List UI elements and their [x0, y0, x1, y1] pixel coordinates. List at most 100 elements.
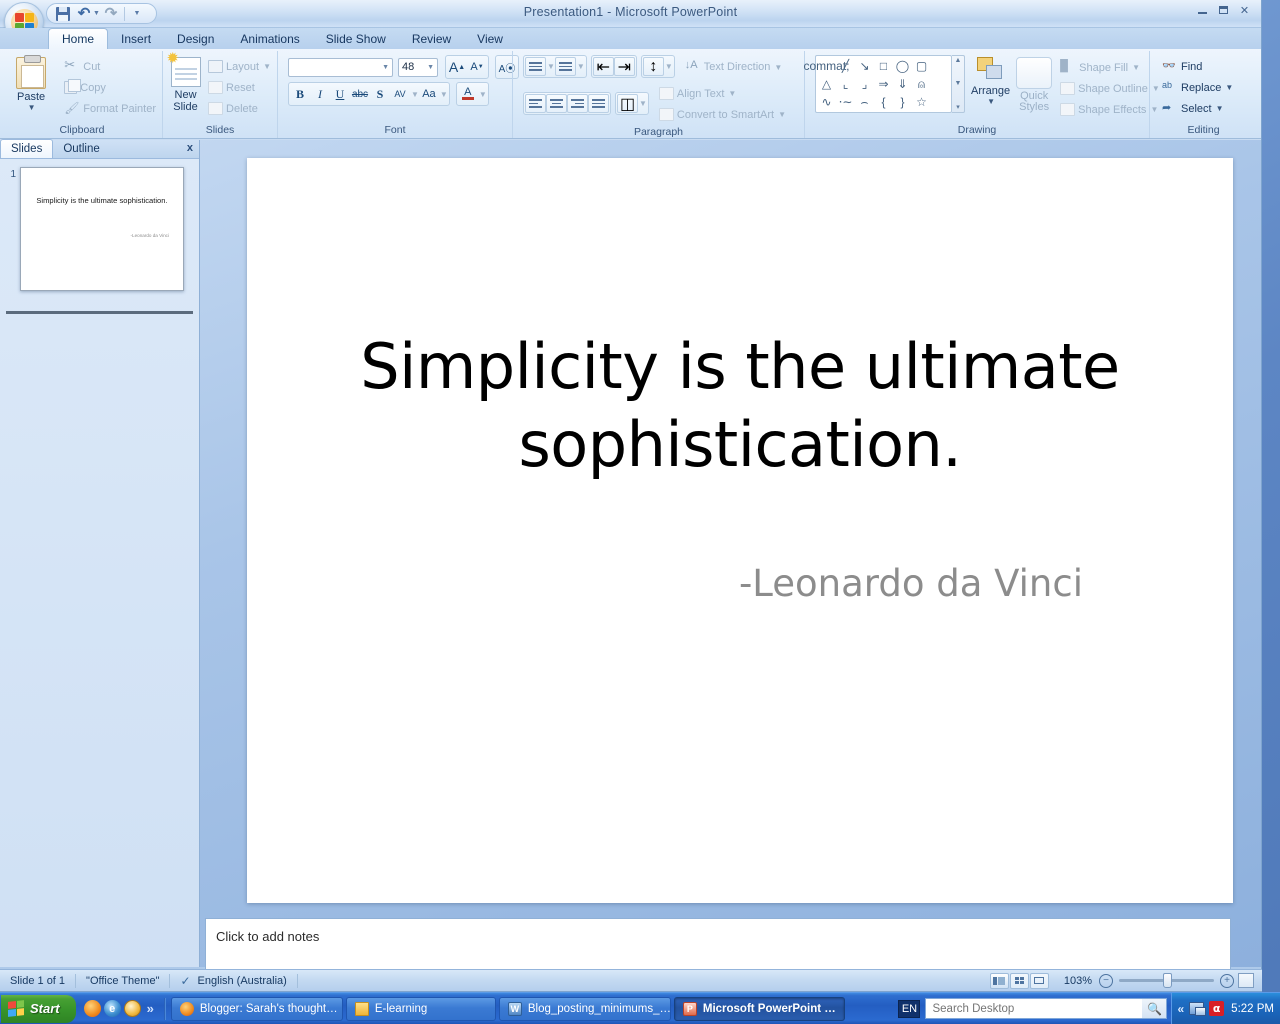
- numbering-dropdown-icon[interactable]: ▼: [577, 62, 585, 71]
- zoom-in-button[interactable]: +: [1220, 973, 1234, 988]
- internet-explorer-icon[interactable]: e: [103, 1000, 121, 1017]
- fit-to-window-button[interactable]: [1238, 973, 1254, 988]
- shape-rectangle-icon[interactable]: □: [874, 57, 893, 75]
- align-right-button[interactable]: [567, 94, 588, 113]
- shape-effects-button[interactable]: Shape Effects ▼: [1058, 99, 1162, 120]
- character-spacing-button[interactable]: AV: [390, 84, 410, 104]
- tab-animations[interactable]: Animations: [227, 28, 312, 49]
- align-left-button[interactable]: [525, 94, 546, 113]
- bullets-button[interactable]: [525, 57, 546, 76]
- copy-button[interactable]: Copy: [62, 77, 158, 98]
- desktop-search-bar[interactable]: 🔍: [925, 998, 1168, 1019]
- view-slide-sorter-button[interactable]: [1009, 972, 1029, 989]
- shape-fill-button[interactable]: █ Shape Fill ▼: [1058, 57, 1162, 78]
- decrease-indent-button[interactable]: ⇤: [592, 57, 614, 76]
- clock[interactable]: 5:22 PM: [1229, 1003, 1274, 1015]
- columns-button[interactable]: ◫: [617, 94, 638, 113]
- shapes-scroll-up-icon[interactable]: ▲: [955, 57, 962, 64]
- underline-button[interactable]: U: [330, 84, 350, 104]
- shapes-gallery[interactable]: commat; ╱ ↘ □ ◯ ▢ △ ⌞ ⌟ ⇒ ⇓ ⍝ ∿ ⋅∼ ⌢ {}…: [804, 55, 965, 113]
- arrange-dropdown-icon[interactable]: ▼: [987, 97, 995, 106]
- reset-button[interactable]: Reset: [206, 77, 273, 98]
- char-spacing-dropdown-icon[interactable]: ▼: [411, 90, 419, 99]
- slide-thumbnail-item[interactable]: 1 Simplicity is the ultimate sophisticat…: [6, 167, 193, 291]
- replace-dropdown-icon[interactable]: ▼: [1225, 83, 1233, 92]
- line-spacing-button[interactable]: ↕: [642, 57, 664, 76]
- select-dropdown-icon[interactable]: ▼: [1216, 104, 1224, 113]
- view-slide-show-button[interactable]: [1029, 972, 1049, 989]
- smartart-dropdown-icon[interactable]: ▼: [778, 110, 786, 119]
- network-icon[interactable]: [1189, 1002, 1207, 1016]
- italic-button[interactable]: I: [310, 84, 330, 104]
- format-painter-button[interactable]: Format Painter: [62, 98, 158, 119]
- windows-media-player-icon[interactable]: [123, 1000, 141, 1017]
- slide-thumbnail-list[interactable]: 1 Simplicity is the ultimate sophisticat…: [0, 159, 199, 967]
- notes-pane[interactable]: Click to add notes: [205, 918, 1231, 970]
- justify-button[interactable]: [588, 94, 609, 113]
- line-spacing-dropdown-icon[interactable]: ▼: [665, 62, 673, 71]
- firefox-icon[interactable]: [83, 1000, 101, 1017]
- shape-more-3-icon[interactable]: [931, 93, 950, 111]
- zoom-out-button[interactable]: −: [1099, 973, 1113, 988]
- shapes-scroll-down-icon[interactable]: ▼: [955, 80, 962, 87]
- text-shadow-button[interactable]: S: [370, 84, 390, 104]
- language-badge[interactable]: EN: [898, 999, 921, 1018]
- search-input[interactable]: [926, 999, 1143, 1018]
- shape-elbow-arrow-connector-icon[interactable]: ⌟: [855, 75, 874, 93]
- shape-elbow-connector-icon[interactable]: ⌞: [836, 75, 855, 93]
- slide-thumbnail[interactable]: Simplicity is the ultimate sophisticatio…: [20, 167, 184, 291]
- antivirus-icon[interactable]: α: [1209, 1001, 1225, 1016]
- shape-freeform-icon[interactable]: ∿: [817, 93, 836, 111]
- tray-expand-button[interactable]: «: [1177, 1002, 1184, 1016]
- convert-to-smartart-button[interactable]: Convert to SmartArt ▼: [657, 104, 788, 125]
- tab-outline[interactable]: Outline: [53, 139, 109, 158]
- shape-line-icon[interactable]: ╱: [836, 57, 855, 75]
- slide-attribution-text[interactable]: -Leonardo da Vinci: [739, 562, 1083, 605]
- shape-arc-icon[interactable]: ⌢: [855, 93, 874, 111]
- paste-dropdown-icon[interactable]: ▼: [28, 103, 36, 112]
- shape-text-box-icon[interactable]: commat;: [804, 57, 850, 75]
- align-text-dropdown-icon[interactable]: ▼: [728, 89, 736, 98]
- bold-button[interactable]: B: [290, 84, 310, 104]
- change-case-button[interactable]: Aa: [419, 84, 439, 104]
- quick-styles-button[interactable]: Quick Styles: [1016, 55, 1053, 113]
- paste-button[interactable]: Paste ▼: [6, 55, 56, 112]
- align-text-button[interactable]: Align Text ▼: [657, 83, 788, 104]
- find-button[interactable]: 👓 Find: [1160, 56, 1235, 77]
- new-slide-button[interactable]: New Slide: [167, 49, 204, 113]
- text-direction-dropdown-icon[interactable]: ▼: [774, 63, 782, 72]
- replace-button[interactable]: ab Replace ▼: [1160, 77, 1235, 98]
- shape-more-2-icon[interactable]: [931, 75, 950, 93]
- text-direction-button[interactable]: ↓A Text Direction ▼: [683, 57, 785, 78]
- tab-view[interactable]: View: [464, 28, 516, 49]
- task-button-powerpoint[interactable]: P Microsoft PowerPoint …: [673, 996, 845, 1021]
- strikethrough-button[interactable]: abc: [350, 84, 370, 104]
- arrange-button[interactable]: Arrange ▼: [971, 55, 1010, 106]
- slide-title-text[interactable]: Simplicity is the ultimate sophisticatio…: [307, 328, 1173, 484]
- task-button-word-doc[interactable]: W Blog_posting_minimums_…: [498, 996, 671, 1021]
- shapes-grid[interactable]: commat; ╱ ↘ □ ◯ ▢ △ ⌞ ⌟ ⇒ ⇓ ⍝ ∿ ⋅∼ ⌢ {}…: [804, 55, 952, 113]
- search-icon[interactable]: 🔍: [1142, 999, 1167, 1018]
- bullets-dropdown-icon[interactable]: ▼: [547, 62, 555, 71]
- shapes-scrollbar[interactable]: ▲ ▼ ▾: [952, 55, 965, 113]
- shape-star-icon[interactable]: ☆: [912, 93, 931, 111]
- layout-button[interactable]: Layout ▼: [206, 56, 273, 77]
- font-color-button[interactable]: A: [458, 84, 478, 104]
- select-button[interactable]: ➦ Select ▼: [1160, 98, 1235, 119]
- quick-launch-more-button[interactable]: »: [144, 1001, 157, 1016]
- tab-design[interactable]: Design: [164, 28, 227, 49]
- start-button[interactable]: Start: [1, 994, 76, 1023]
- shape-down-arrow-icon[interactable]: ⇓: [893, 75, 912, 93]
- slide-canvas[interactable]: Simplicity is the ultimate sophisticatio…: [247, 158, 1233, 903]
- font-name-combobox[interactable]: ▼: [288, 57, 393, 77]
- shape-outline-button[interactable]: Shape Outline ▼: [1058, 78, 1162, 99]
- tab-review[interactable]: Review: [399, 28, 464, 49]
- shape-right-brace-icon[interactable]: }: [893, 93, 912, 111]
- shape-oval-icon[interactable]: ◯: [893, 57, 912, 75]
- task-button-blogger[interactable]: Blogger: Sarah's thought…: [170, 996, 343, 1021]
- columns-dropdown-icon[interactable]: ▼: [639, 99, 647, 108]
- task-button-elearning[interactable]: E-learning: [345, 996, 496, 1021]
- align-center-button[interactable]: [546, 94, 567, 113]
- tab-insert[interactable]: Insert: [108, 28, 164, 49]
- minimize-button[interactable]: [1194, 2, 1211, 18]
